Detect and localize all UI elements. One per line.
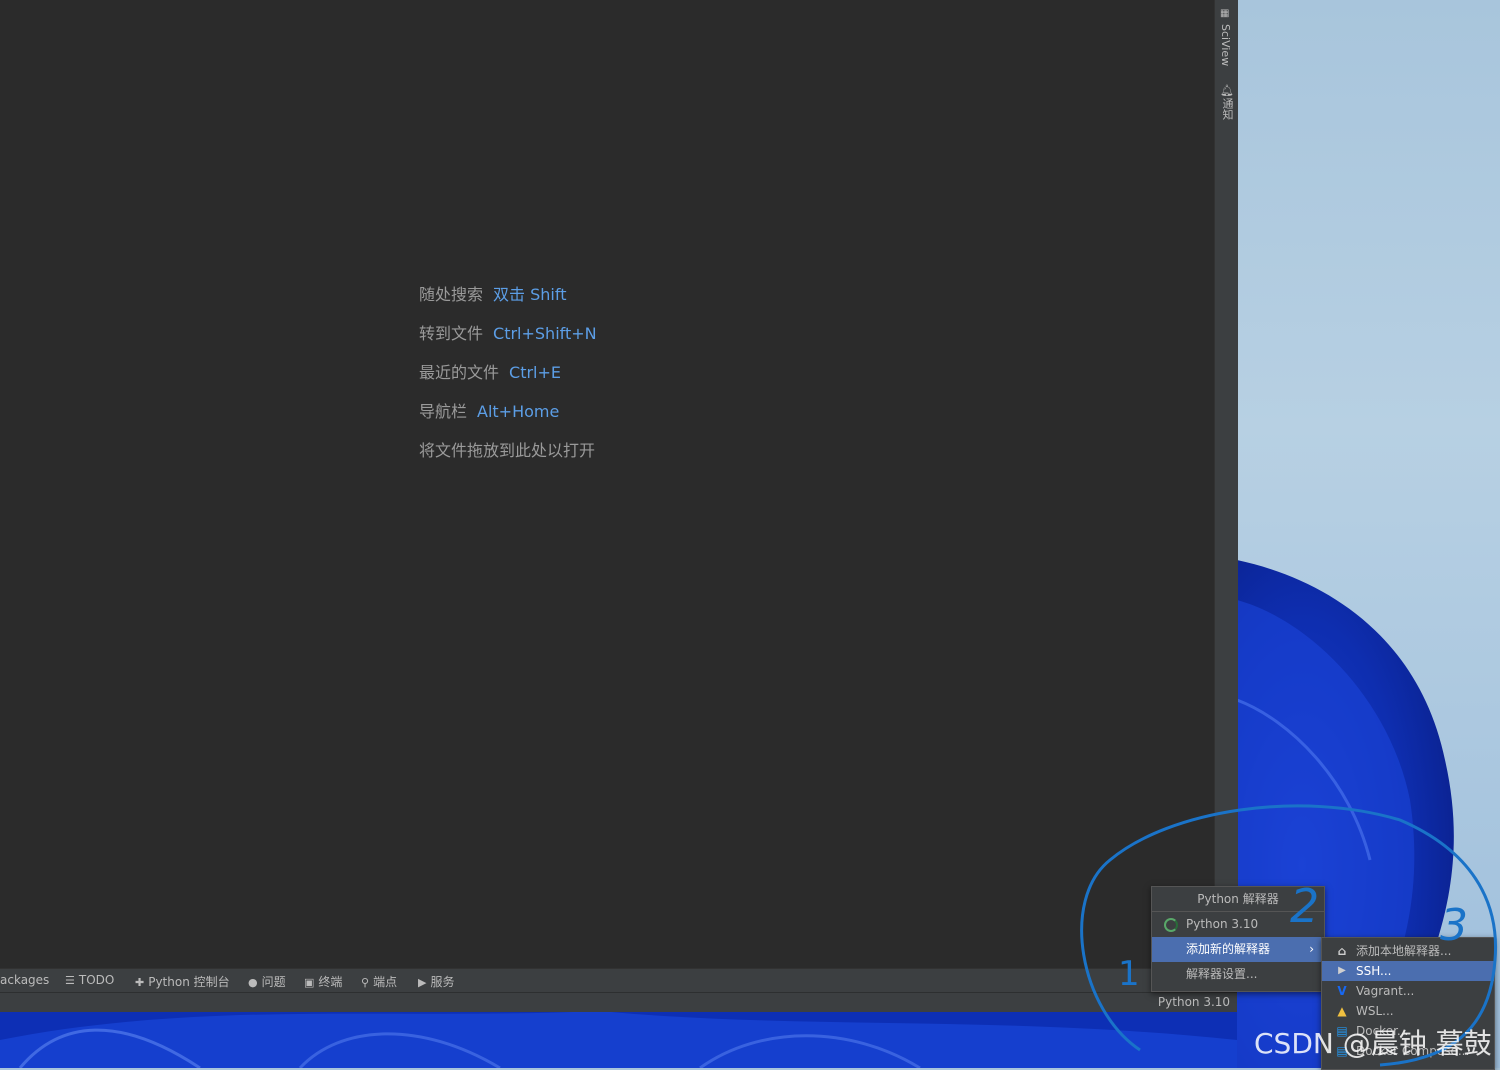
endpoints-icon: ⚲ [361,976,370,989]
submenu-item-ssh[interactable]: ▶ SSH... [1322,961,1494,981]
hint-navigation-bar: 导航栏 Alt+Home [419,402,560,421]
submenu-item-vagrant[interactable]: V Vagrant... [1322,981,1494,1001]
ide-window: 随处搜索 双击 Shift 转到文件 Ctrl+Shift+N 最近的文件 Ctrl+… [0,0,1238,1012]
popup-title: Python 解释器 [1152,887,1324,912]
csdn-watermark: CSDN @晨钟 暮鼓 [1254,1027,1492,1060]
loading-icon [1164,918,1178,932]
submenu-item-local[interactable]: ⌂ 添加本地解释器... [1322,941,1494,961]
tool-packages[interactable]: ackages [0,973,49,987]
list-icon: ☰ [65,974,75,987]
popup-item-interpreter-settings[interactable]: 解释器设置... [1152,962,1324,987]
status-interpreter-widget[interactable]: Python 3.10 [1151,993,1237,1012]
sciview-label: SciView [1219,24,1232,67]
hint-drop-files: 将文件拖放到此处以打开 [419,441,596,460]
notifications-tool-button[interactable]: 🔔︎ 通知 [1215,84,1238,128]
tool-endpoints[interactable]: ⚲ 端点 [361,973,397,990]
tool-problems[interactable]: ● 问题 [248,973,286,990]
tool-python-console[interactable]: ✚ Python 控制台 [135,973,230,990]
grid-icon: ▦ [1220,8,1230,19]
submenu-item-wsl[interactable]: ▲ WSL... [1322,1001,1494,1021]
bottom-tool-window-bar: ackages ☰ TODO ✚ Python 控制台 ● 问题 ▣ 终端 ⚲ 端点 ▶ 服… [0,968,1237,993]
popup-item-add-interpreter[interactable]: 添加新的解释器 › [1152,937,1324,962]
vagrant-icon: V [1337,984,1347,998]
home-icon: ⌂ [1337,944,1347,958]
notifications-label: 通知 [1221,98,1234,120]
interpreter-popup: Python 解释器 Python 3.10 添加新的解释器 › 解释器设置..… [1151,886,1325,992]
ssh-icon: ▶ [1338,965,1346,976]
terminal-icon: ▣ [304,976,315,989]
info-icon: ● [248,976,258,989]
chevron-right-icon: › [1309,942,1314,956]
sciview-tool-button[interactable]: ▦ SciView [1215,6,1238,68]
tool-terminal[interactable]: ▣ 终端 [304,973,342,990]
python-icon: ✚ [135,976,145,989]
editor-empty-area[interactable]: 随处搜索 双击 Shift 转到文件 Ctrl+Shift+N 最近的文件 Ctrl+… [0,0,1214,968]
tool-services[interactable]: ▶ 服务 [418,973,454,990]
play-icon: ▶ [418,976,427,989]
right-tool-strip: ▦ SciView 🔔︎ 通知 [1214,0,1238,968]
status-bar: Python 3.10 [0,992,1237,1012]
hint-search-everywhere: 随处搜索 双击 Shift [419,285,567,304]
popup-item-python-310[interactable]: Python 3.10 [1152,912,1324,937]
linux-icon: ▲ [1337,1004,1347,1018]
bell-icon: 🔔︎ [1220,84,1234,97]
hint-recent-files: 最近的文件 Ctrl+E [419,363,561,382]
tool-todo[interactable]: ☰ TODO [65,973,114,987]
hint-goto-file: 转到文件 Ctrl+Shift+N [419,324,597,343]
